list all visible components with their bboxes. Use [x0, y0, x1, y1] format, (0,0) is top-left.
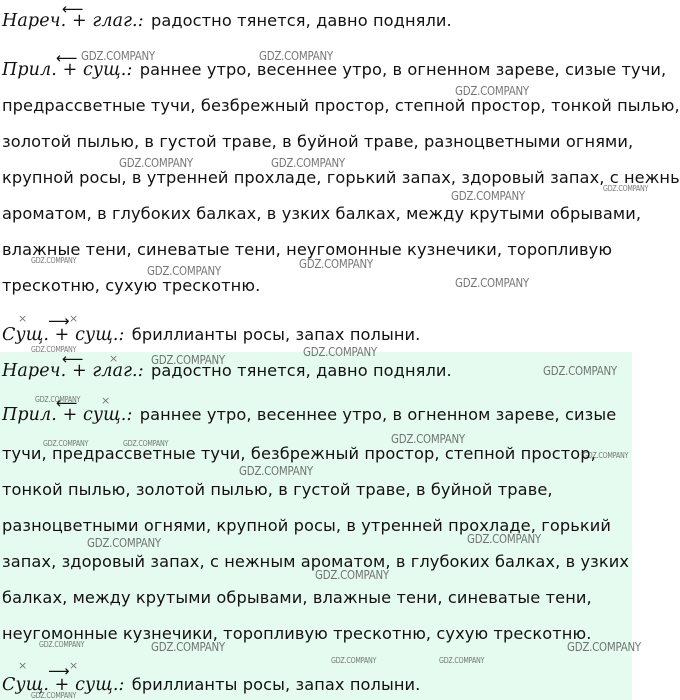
- watermark: GDZ.COMPANY: [123, 439, 169, 448]
- watermark: GDZ.COMPANY: [391, 431, 465, 446]
- text-line: крупной росы, в утренней прохладе, горьк…: [2, 168, 680, 187]
- right-arrow-icon: ⟶: [48, 312, 70, 330]
- watermark: GDZ.COMPANY: [455, 83, 529, 98]
- noun-noun-text: бриллианты росы, запах полыни.: [126, 675, 421, 694]
- watermark: GDZ.COMPANY: [31, 256, 77, 265]
- watermark: GDZ.COMPANY: [35, 395, 81, 404]
- watermark: GDZ.COMPANY: [43, 439, 89, 448]
- noun-noun-line: ⟶ Сущ. + сущ.: бриллианты росы, запах пол…: [2, 312, 421, 346]
- text-line: трескотню, сухую трескотню.: [2, 276, 261, 295]
- watermark: GDZ.COMPANY: [455, 275, 529, 290]
- watermark: GDZ.COMPANY: [303, 344, 377, 359]
- watermark: GDZ.COMPANY: [543, 363, 617, 378]
- adverb-verb-line: ⟵ Нареч. + глаг.: радостно тянется, давно…: [2, 0, 452, 32]
- text-line: золотой пылью, в густой траве, в буйной …: [2, 132, 634, 151]
- watermark: GDZ.COMPANY: [87, 535, 161, 550]
- text-line: предрассветные тучи, безбрежный простор,…: [2, 96, 680, 115]
- text-line: тонкой пылью, золотой пылью, в густой тр…: [2, 480, 553, 499]
- formula-adverb-verb: ⟵ Нареч. + глаг.:: [2, 0, 144, 32]
- watermark: GDZ.COMPANY: [439, 656, 485, 665]
- watermark: GDZ.COMPANY: [603, 184, 649, 193]
- watermark: GDZ.COMPANY: [315, 567, 389, 582]
- text-line: балках, между крутыми обрывами, влажные …: [2, 588, 592, 607]
- watermark: GDZ.COMPANY: [147, 263, 221, 278]
- page: ⟵ Нареч. + глаг.: радостно тянется, давно…: [0, 0, 680, 700]
- watermark: GDZ.COMPANY: [567, 639, 641, 654]
- watermark: GDZ.COMPANY: [467, 531, 541, 546]
- text-line: ароматом, в глубоких балках, в узких бал…: [2, 204, 642, 223]
- cross-mark-icon: ×: [18, 312, 28, 325]
- adverb-verb-line: ⟵ Нареч. + глаг.: радостно тянется, давно…: [2, 350, 452, 382]
- adverb-verb-text: радостно тянется, давно подняли.: [145, 11, 452, 30]
- formula-adjective-noun: ⟵ Прил. + сущ.:: [2, 394, 133, 426]
- adjective-noun-line: ⟵ Прил. + сущ.: раннее утро, весеннее утр…: [2, 394, 617, 426]
- watermark: GDZ.COMPANY: [31, 691, 77, 700]
- watermark: GDZ.COMPANY: [81, 48, 155, 63]
- text-line: тучи, предрассветные тучи, безбрежный пр…: [2, 444, 596, 463]
- left-arrow-icon: ⟵: [62, 350, 84, 368]
- watermark: GDZ.COMPANY: [151, 352, 225, 367]
- watermark: GDZ.COMPANY: [271, 155, 345, 170]
- formula-noun-noun: ⟶ Сущ. + сущ.:: [2, 312, 125, 346]
- watermark: GDZ.COMPANY: [239, 463, 313, 478]
- cross-mark-icon: ×: [69, 659, 79, 672]
- watermark: GDZ.COMPANY: [151, 639, 225, 654]
- watermark: GDZ.COMPANY: [259, 48, 333, 63]
- left-arrow-icon: ⟵: [62, 0, 84, 18]
- cross-mark-icon: ×: [18, 659, 28, 672]
- watermark: GDZ.COMPANY: [299, 256, 373, 271]
- watermark: GDZ.COMPANY: [39, 640, 85, 649]
- watermark: GDZ.COMPANY: [451, 188, 525, 203]
- noun-noun-text: бриллианты росы, запах полыни.: [126, 325, 421, 344]
- adjective-noun-text: раннее утро, весеннее утро, в огненном з…: [134, 405, 617, 424]
- text-line: неугомонные кузнечики, торопливую треско…: [2, 624, 592, 643]
- left-arrow-icon: ⟵: [56, 49, 78, 67]
- answer-block-highlighted: × ⟵ Нареч. + глаг.: радостно тянется, дав…: [0, 352, 632, 700]
- formula-adverb-verb: ⟵ Нареч. + глаг.:: [2, 350, 144, 382]
- watermark: GDZ.COMPANY: [31, 345, 77, 354]
- watermark: GDZ.COMPANY: [331, 656, 377, 665]
- adjective-noun-text: раннее утро, весеннее утро, в огненном з…: [134, 60, 667, 79]
- formula-adjective-noun: ⟵ Прил. + сущ.:: [2, 49, 133, 81]
- cross-mark-icon: ×: [69, 312, 79, 325]
- watermark: GDZ.COMPANY: [119, 155, 193, 170]
- watermark: GDZ.COMPANY: [583, 451, 629, 460]
- right-arrow-icon: ⟶: [48, 662, 70, 680]
